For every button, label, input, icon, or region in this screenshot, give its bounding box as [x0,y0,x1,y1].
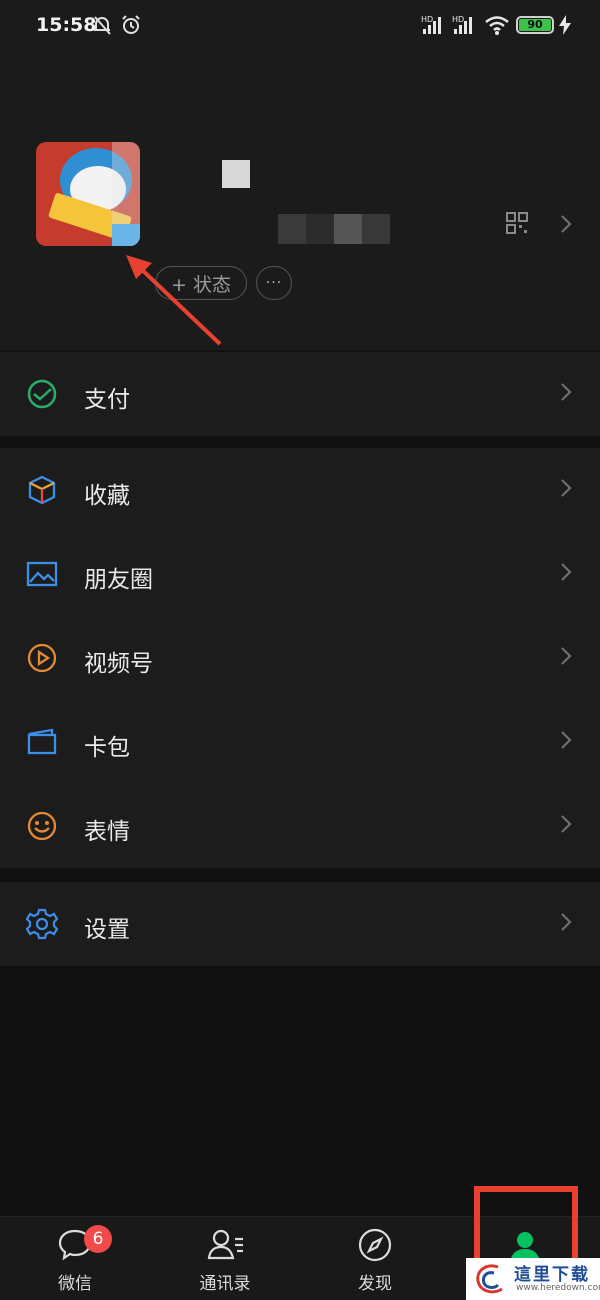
menu-item-card-wallet[interactable]: 卡包 [0,700,600,784]
menu-item-label: 收藏 [84,483,130,509]
menu-item-label: 表情 [84,819,130,845]
watermark-text: 這里下载 [514,1265,590,1285]
menu-item-moments[interactable]: 朋友圈 [0,532,600,616]
menu-group-pay: 支付 [0,352,600,436]
channels-play-icon [27,643,57,673]
tab-label: 微信 [58,1274,92,1294]
chevron-right-icon [561,647,572,665]
chevron-right-icon [561,479,572,497]
menu-group-main: 收藏 朋友圈 视频号 卡包 表情 [0,448,600,868]
pay-icon [27,379,57,409]
watermark: 這里下载 www.heredown.com [466,1258,600,1300]
menu-item-channels[interactable]: 视频号 [0,616,600,700]
menu-item-label: 支付 [84,387,130,413]
menu-item-settings[interactable]: 设置 [0,882,600,966]
menu-item-favorites[interactable]: 收藏 [0,448,600,532]
watermark-logo-icon [476,1264,503,1294]
tab-discover[interactable]: 发现 [300,1217,450,1300]
contacts-icon [207,1229,243,1260]
chevron-right-icon [561,913,572,931]
annotation-arrow [126,255,222,346]
tab-contacts[interactable]: 通讯录 [150,1217,300,1300]
watermark-url: www.heredown.com [516,1283,600,1293]
unread-badge: 6 [84,1225,112,1253]
tab-label: 发现 [358,1274,392,1294]
menu-item-label: 朋友圈 [84,567,153,593]
favorites-cube-icon [28,475,56,505]
tab-label: 通讯录 [199,1274,251,1294]
chevron-right-icon [561,563,572,581]
sticker-smile-icon [27,811,57,841]
menu-item-pay[interactable]: 支付 [0,352,600,436]
menu-item-stickers[interactable]: 表情 [0,784,600,868]
chevron-right-icon [561,383,572,401]
tab-chats[interactable]: 6 微信 [0,1217,150,1300]
compass-icon [358,1228,392,1262]
menu-item-label: 卡包 [84,735,130,761]
chevron-right-icon [561,731,572,749]
menu-item-label: 设置 [84,917,130,943]
moments-picture-icon [26,561,58,587]
card-wallet-icon [27,728,57,755]
menu-item-label: 视频号 [84,651,153,677]
settings-gear-icon [26,908,58,940]
chevron-right-icon [561,815,572,833]
menu-group-settings: 设置 [0,882,600,966]
